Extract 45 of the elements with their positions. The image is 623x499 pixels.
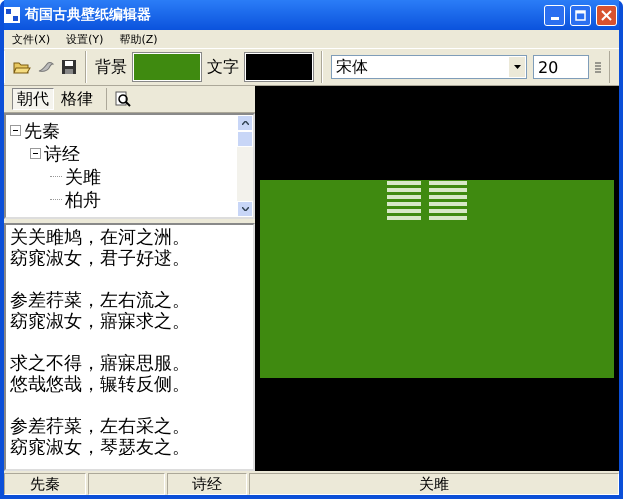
- font-dropdown[interactable]: 宋体: [331, 55, 527, 79]
- color-swatch[interactable]: [133, 53, 201, 81]
- poem-line: 窈窕淑女，琴瑟友之。: [10, 437, 191, 458]
- search-icon[interactable]: [115, 91, 131, 107]
- status-bar-field: 关雎: [248, 473, 619, 495]
- maximize-icon: [575, 10, 586, 20]
- tab[interactable]: 朝代: [12, 88, 54, 110]
- dropdown-arrow-icon: [514, 65, 520, 69]
- font-size-field[interactable]: 20: [533, 55, 589, 79]
- status-bar-field: 诗经: [167, 473, 247, 495]
- scroll-up-button[interactable]: [237, 115, 253, 131]
- menu-item[interactable]: 文件(X): [4, 32, 58, 46]
- color-label: 背景: [95, 56, 127, 78]
- tab[interactable]: 格律: [56, 88, 98, 110]
- tree-item[interactable]: 先秦: [24, 118, 60, 142]
- poem-text-area[interactable]: 关关雎鸠，在河之洲。 窈窕淑女，君子好逑。 参差荇菜，左右流之。 窈窕淑女，寤寐求之。 求之不得，寤寐思服。 悠哉悠哉，辗转反侧。 参差荇菜，左右采之。 窈窕淑女，琴瑟友之。: [4, 223, 255, 471]
- tree-item[interactable]: 关雎: [65, 164, 101, 188]
- menu-item[interactable]: 设置(Y): [58, 32, 112, 46]
- poem-line: 求之不得，寤寐思服。: [10, 353, 191, 374]
- minimize-icon: [550, 16, 558, 20]
- poem-line: 窈窕淑女，寤寐求之。: [10, 311, 191, 332]
- close-button[interactable]: [596, 4, 617, 26]
- poem-line: 参差荇菜，左右流之。: [10, 290, 191, 311]
- collapse-icon[interactable]: [10, 125, 21, 136]
- poem-line: 参差荇菜，左右采之。: [10, 416, 191, 437]
- minimize-button[interactable]: [544, 4, 565, 26]
- scroll-down-button[interactable]: [237, 201, 253, 217]
- close-icon: [601, 10, 612, 20]
- poem-line: 关关雎鸠，在河之洲。: [10, 227, 191, 248]
- app-icon: [4, 7, 20, 23]
- maximize-button[interactable]: [570, 4, 591, 26]
- scroll-thumb[interactable]: [237, 131, 253, 147]
- poem-line: 窈窕淑女，君子好逑。: [10, 248, 191, 269]
- scrollbar[interactable]: [237, 115, 253, 217]
- collapse-icon[interactable]: [30, 148, 41, 159]
- tree-item[interactable]: 柏舟: [65, 188, 101, 212]
- window-title: 荀国古典壁纸编辑器: [25, 6, 152, 24]
- tree-item[interactable]: 诗经: [44, 142, 80, 166]
- save-icon[interactable]: [61, 59, 77, 75]
- poem-line: 悠哉悠哉，辗转反侧。: [10, 374, 191, 395]
- text-align-icon[interactable]: [595, 61, 601, 73]
- color-label: 文字: [207, 56, 239, 78]
- color-swatch[interactable]: [245, 53, 313, 81]
- status-bar-field: 先秦: [4, 473, 86, 495]
- menu-item[interactable]: 帮助(Z): [111, 32, 166, 46]
